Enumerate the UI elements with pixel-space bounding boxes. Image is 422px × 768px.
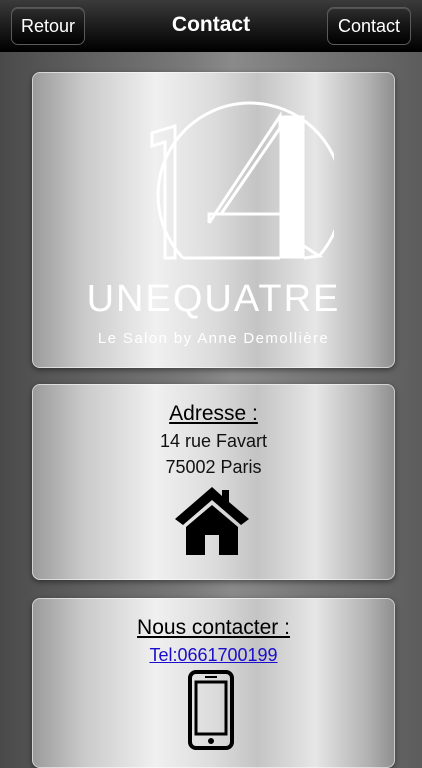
mobile-phone-icon[interactable] [188, 670, 234, 750]
phone-link[interactable]: Tel:0661700199 [32, 645, 395, 666]
contact-heading: Nous contacter : [137, 616, 290, 639]
address-city: 75002 Paris [165, 457, 262, 477]
home-icon[interactable] [173, 485, 251, 555]
contact-button[interactable]: Contact [327, 7, 411, 45]
contact-card: Nous contacter : Tel:0661700199 [32, 598, 395, 768]
brand-name: UNEQUATRE [86, 278, 341, 320]
address-card: Adresse : 14 rue Favart 75002 Paris [32, 384, 395, 580]
address-street: 14 rue Favart [159, 431, 268, 451]
address-heading: Adresse : [169, 402, 258, 425]
brand-tagline: Le Salon by Anne Demollière [97, 330, 330, 347]
logo-card: UNEQUATRE Le Salon by Anne Demollière [32, 72, 395, 368]
salon-14-logo-icon [150, 101, 334, 260]
navigation-bar: Retour Contact Contact [0, 0, 422, 52]
